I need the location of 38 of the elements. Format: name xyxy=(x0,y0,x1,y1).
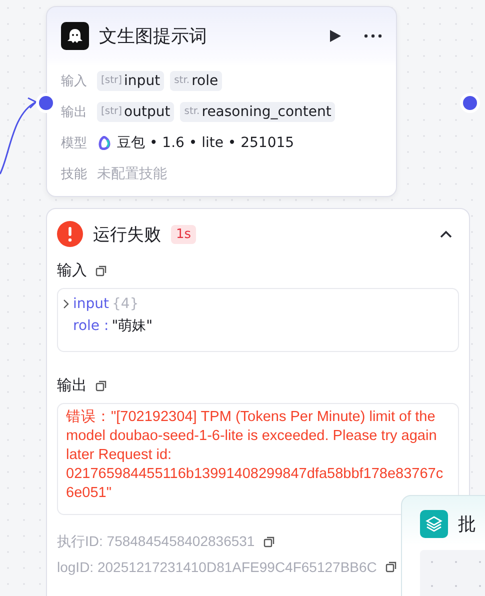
json-key: role : xyxy=(73,318,109,334)
expand-icon[interactable] xyxy=(62,299,70,309)
more-icon[interactable] xyxy=(364,34,382,38)
skills-empty-text: 未配置技能 xyxy=(97,164,167,182)
row-label: 输出 xyxy=(61,104,88,120)
model-logo-icon xyxy=(97,136,111,150)
execution-id: 执行ID: 7584845458402836531 xyxy=(57,533,255,551)
log-id: logID: 20251217231410D81AFE99C4F65127BB6C xyxy=(57,559,377,575)
param-tag: [str]input xyxy=(97,70,164,90)
param-tag: str.reasoning_content xyxy=(180,102,336,122)
copy-icon[interactable] xyxy=(95,380,107,392)
output-port[interactable] xyxy=(460,93,480,113)
param-tag: str.role xyxy=(170,70,222,90)
copy-icon[interactable] xyxy=(262,536,275,548)
json-count: {4} xyxy=(112,296,139,312)
error-icon xyxy=(57,221,83,247)
row-label: 输入 xyxy=(61,72,88,90)
node-card[interactable]: 文生图提示词 输入 [str]input str.role 输出 [str]output str.reasoning_content 模型 豆包 • 1.6 • lite • 251015 技能 未配置技能 xyxy=(46,6,397,197)
node-title: 批 xyxy=(458,513,476,536)
ghost-icon xyxy=(61,22,89,50)
json-key: input xyxy=(73,296,110,312)
input-port[interactable] xyxy=(36,93,56,113)
param-tag: [str]output xyxy=(97,102,174,122)
section-label: 输入 xyxy=(57,261,87,280)
copy-icon[interactable] xyxy=(384,561,397,573)
section-label: 输出 xyxy=(57,376,87,395)
play-icon[interactable] xyxy=(328,29,342,43)
layers-icon xyxy=(420,510,448,538)
json-value: "萌妹" xyxy=(112,317,153,335)
duration-badge: 1s xyxy=(171,224,196,244)
model-name: 豆包 • 1.6 • lite • 251015 xyxy=(117,134,294,152)
node-title: 文生图提示词 xyxy=(99,25,208,48)
collapse-icon[interactable] xyxy=(439,229,453,239)
row-label: 技能 xyxy=(61,166,88,182)
row-label: 模型 xyxy=(61,134,88,152)
run-status: 运行失败 xyxy=(93,224,161,246)
batch-node-card[interactable]: 批 xyxy=(401,495,485,596)
copy-icon[interactable] xyxy=(95,264,107,276)
